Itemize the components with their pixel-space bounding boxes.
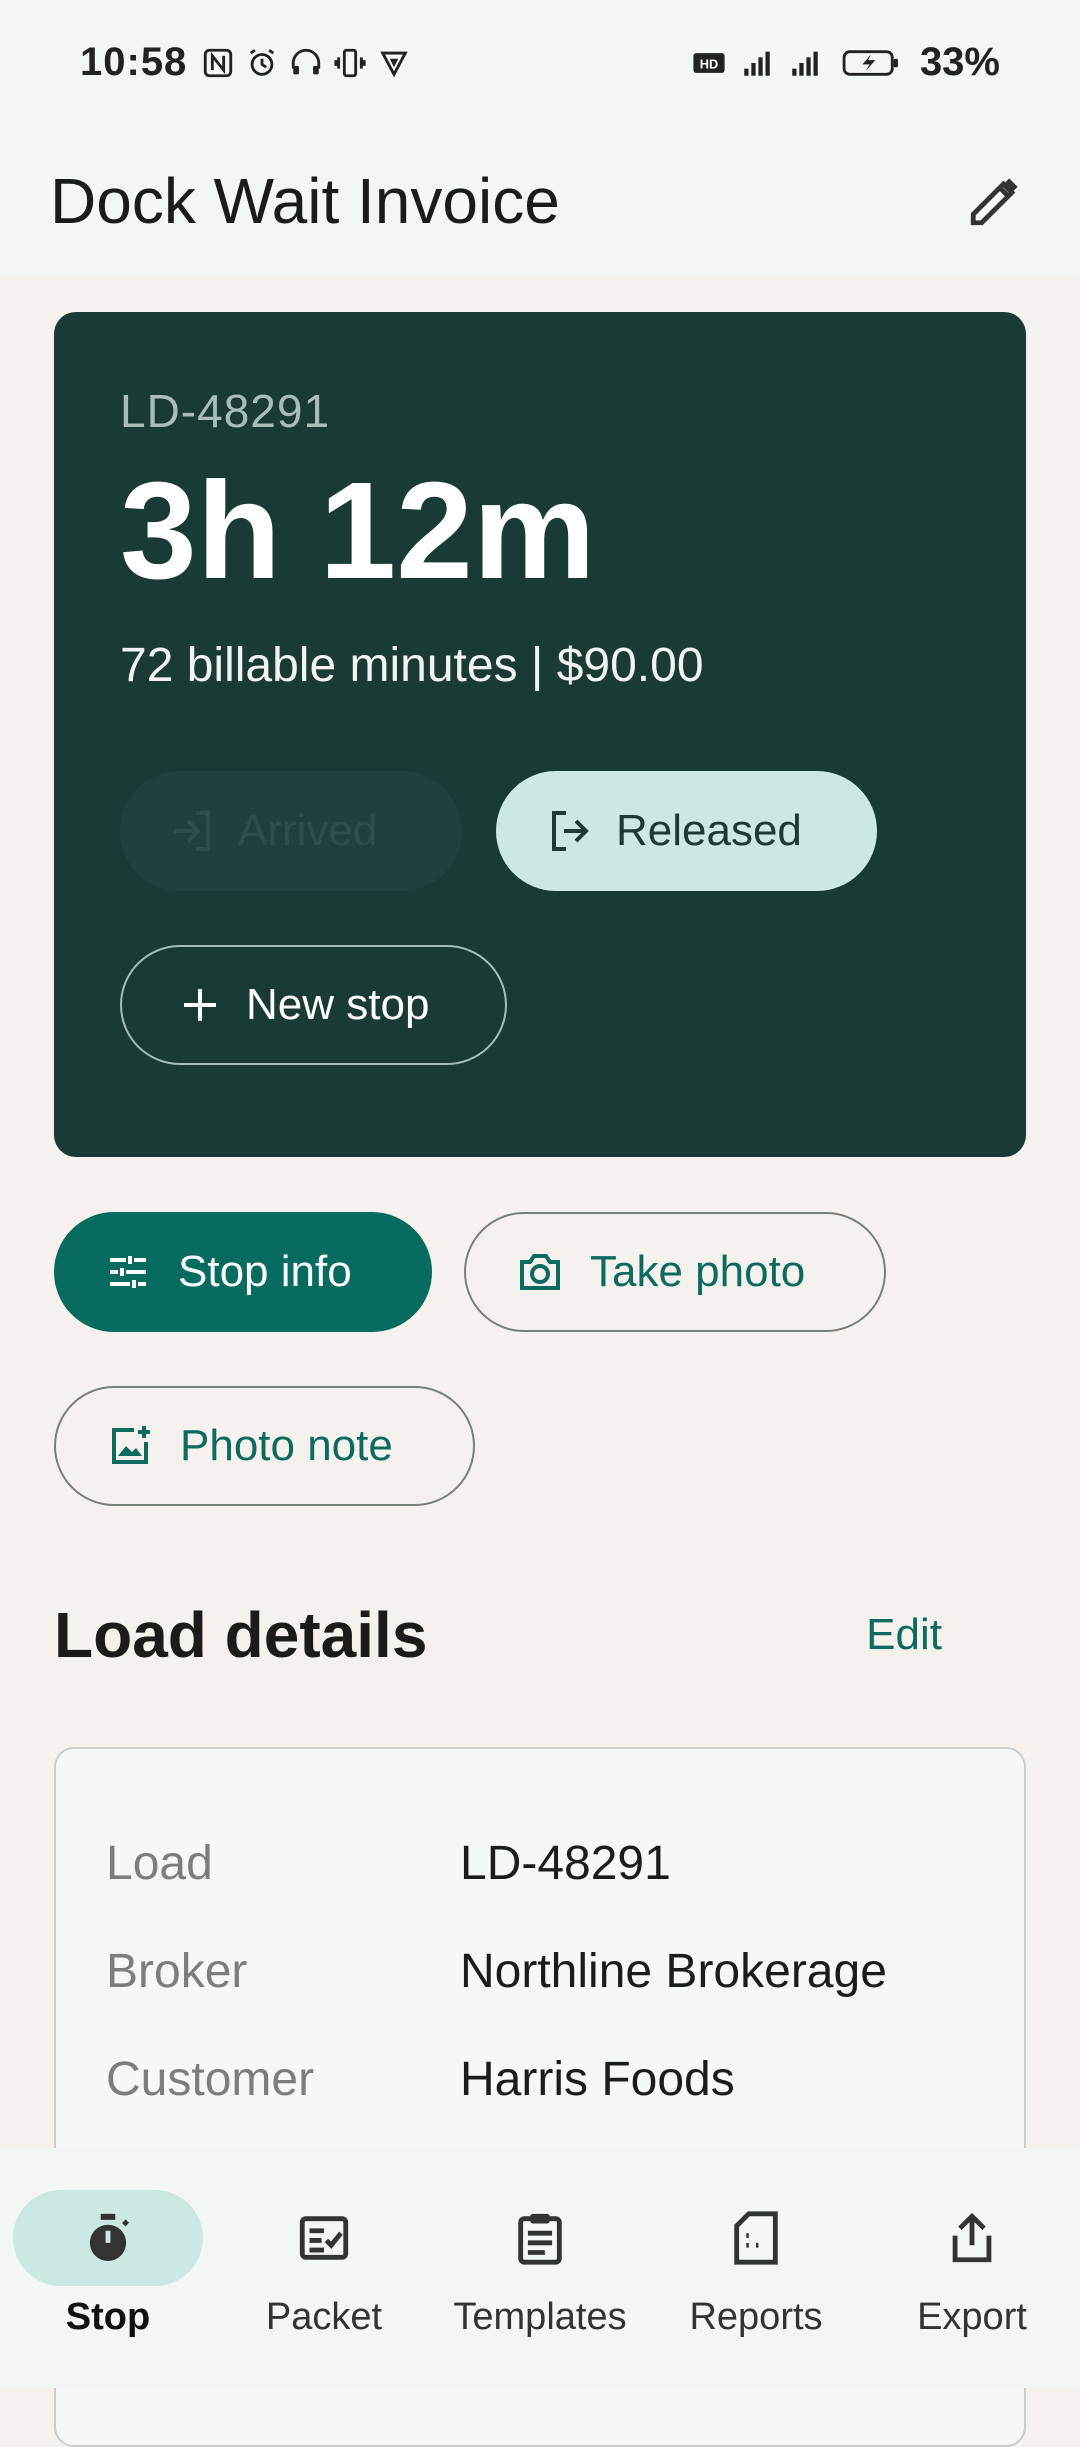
load-details-heading: Load details	[54, 1599, 428, 1671]
vpn-icon	[377, 46, 411, 80]
detail-key: Broker	[106, 1944, 248, 1998]
detail-key: Customer	[106, 2052, 315, 2106]
headphones-battery-icon	[289, 46, 323, 80]
add-photo-icon	[112, 1426, 150, 1464]
battery-percent: 33%	[919, 40, 1000, 84]
clipboard-icon	[518, 2213, 562, 2265]
released-button[interactable]: Released	[496, 770, 877, 891]
logout-icon	[552, 810, 589, 851]
nav-export-label: Export	[917, 2296, 1027, 2338]
nav-packet-label: Packet	[265, 2296, 383, 2338]
report-icon	[734, 2211, 778, 2265]
stop-info-button[interactable]: Stop info	[54, 1212, 432, 1332]
nav-export[interactable]: Export	[864, 2148, 1080, 2388]
page-title: Dock Wait Invoice	[50, 165, 560, 237]
detail-row-customer: Customer Harris Foods	[106, 2025, 974, 2133]
nfc-icon	[201, 46, 235, 80]
bottom-navigation: Stop Packet Templates Reports Export	[0, 2148, 1080, 2388]
svg-text:HD: HD	[700, 56, 718, 71]
nav-templates[interactable]: Templates	[432, 2148, 648, 2388]
plus-icon	[184, 988, 216, 1021]
nav-templates-label: Templates	[453, 2296, 627, 2338]
arrived-button[interactable]: Arrived	[120, 770, 462, 891]
detail-value: Harris Foods	[460, 2052, 735, 2106]
take-photo-button[interactable]: Take photo	[464, 1212, 886, 1332]
alarm-icon	[245, 46, 279, 80]
nav-stop-label: Stop	[65, 2296, 151, 2338]
nav-stop[interactable]: Stop	[0, 2148, 216, 2388]
wait-timer: 3h 12m	[120, 454, 596, 608]
timer-icon	[89, 2213, 130, 2261]
5g-signal-icon	[740, 46, 774, 80]
action-buttons: Stop info Take photo Photo note	[54, 1212, 1026, 1506]
status-time: 10:58	[80, 40, 188, 84]
released-label: Released	[616, 805, 802, 855]
camera-icon	[520, 1254, 560, 1290]
stop-info-label: Stop info	[178, 1247, 352, 1296]
new-stop-label: New stop	[246, 979, 430, 1029]
pencil-icon	[970, 178, 1018, 226]
photo-note-button[interactable]: Photo note	[54, 1386, 475, 1506]
new-stop-button[interactable]: New stop	[120, 944, 507, 1065]
detail-row-load: Load LD-48291	[106, 1809, 974, 1917]
nav-reports[interactable]: Reports	[648, 2148, 864, 2388]
tune-icon	[110, 1256, 146, 1288]
detail-key: Load	[106, 1836, 213, 1890]
take-photo-label: Take photo	[590, 1247, 806, 1296]
app-bar: Dock Wait Invoice	[0, 125, 1080, 277]
vibrate-icon	[333, 46, 367, 80]
wait-timer-card: LD-48291 3h 12m 72 billable minutes | $9…	[54, 312, 1026, 1157]
hero-load-id: LD-48291	[120, 385, 331, 437]
photo-note-label: Photo note	[180, 1421, 393, 1470]
billable-summary: 72 billable minutes | $90.00	[120, 638, 704, 692]
signal-icon	[788, 46, 822, 80]
detail-row-broker: Broker Northline Brokerage	[106, 1917, 974, 2025]
detail-value: LD-48291	[460, 1836, 671, 1890]
checklist-icon	[299, 2216, 349, 2260]
status-bar: 10:58 HD 33%	[0, 0, 1080, 125]
edit-load-details-button[interactable]: Edit	[866, 1610, 942, 1660]
share-icon	[952, 2212, 992, 2263]
load-details-header: Load details Edit	[54, 1598, 1026, 1672]
nav-reports-label: Reports	[689, 2296, 823, 2338]
login-icon	[174, 810, 210, 851]
nav-packet[interactable]: Packet	[216, 2148, 432, 2388]
arrived-label: Arrived	[238, 805, 378, 855]
battery-charging-icon	[836, 46, 906, 80]
hd-icon: HD	[692, 46, 726, 80]
detail-value: Northline Brokerage	[460, 1944, 887, 1998]
edit-title-button[interactable]	[960, 166, 1030, 236]
